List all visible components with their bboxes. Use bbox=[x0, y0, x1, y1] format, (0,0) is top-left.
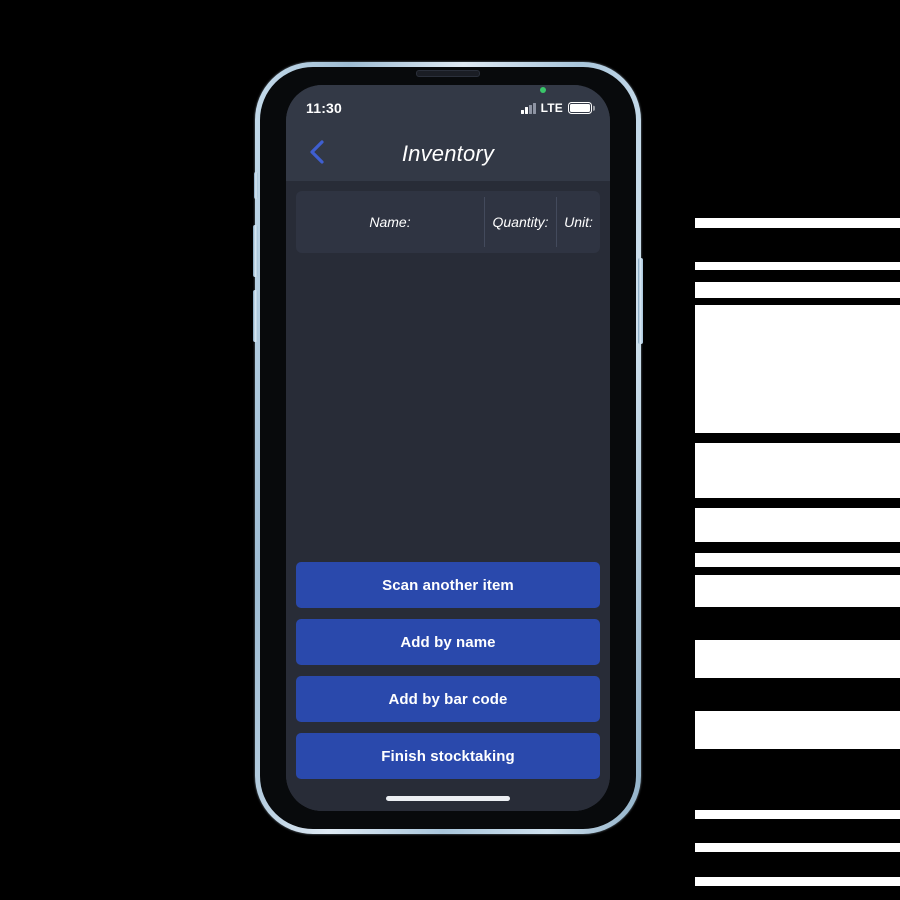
scan-another-item-button[interactable]: Scan another item bbox=[296, 562, 600, 608]
power-button[interactable] bbox=[638, 258, 643, 344]
inventory-table: Name: Quantity: Unit: bbox=[296, 191, 600, 253]
back-button[interactable] bbox=[296, 134, 336, 174]
add-by-bar-code-button[interactable]: Add by bar code bbox=[296, 676, 600, 722]
finish-stocktaking-button[interactable]: Finish stocktaking bbox=[296, 733, 600, 779]
earpiece-slot bbox=[416, 70, 480, 77]
network-type-label: LTE bbox=[540, 101, 563, 115]
status-bar-indicators: LTE bbox=[521, 87, 595, 115]
signal-bars-icon bbox=[521, 102, 536, 114]
status-bar: 11:30 LTE bbox=[286, 85, 610, 127]
battery-icon bbox=[568, 102, 595, 114]
content-bar bbox=[695, 282, 900, 298]
phone-screen: 11:30 LTE Inventory Name: Quantity: Unit… bbox=[286, 85, 610, 811]
recording-dot-icon bbox=[540, 87, 546, 93]
battery-level bbox=[570, 104, 590, 112]
content-bar bbox=[695, 262, 900, 270]
content-bar bbox=[695, 711, 900, 749]
volume-down-button[interactable] bbox=[253, 290, 258, 342]
nav-header: Inventory bbox=[286, 127, 610, 181]
content-bar bbox=[695, 508, 900, 542]
battery-cap bbox=[592, 105, 595, 111]
content-bar bbox=[695, 640, 900, 678]
table-column-header-name: Name: bbox=[369, 214, 411, 230]
content-bar bbox=[695, 553, 900, 567]
action-buttons-group: Scan another item Add by name Add by bar… bbox=[296, 562, 600, 785]
inventory-table-body bbox=[296, 253, 600, 562]
right-content-bars-panel bbox=[695, 0, 900, 900]
content-bar bbox=[695, 575, 900, 607]
add-by-name-button[interactable]: Add by name bbox=[296, 619, 600, 665]
table-column-header-unit: Unit: bbox=[556, 197, 600, 247]
silent-switch[interactable] bbox=[254, 172, 258, 199]
content-bar bbox=[695, 843, 900, 852]
content-bar bbox=[695, 218, 900, 228]
content-bar bbox=[695, 305, 900, 433]
chevron-left-icon bbox=[308, 139, 325, 170]
table-header-row: Name: Quantity: Unit: bbox=[296, 191, 600, 253]
table-column-header-quantity: Quantity: bbox=[484, 197, 556, 247]
screen-content: Name: Quantity: Unit: Scan another item … bbox=[286, 181, 610, 811]
volume-up-button[interactable] bbox=[253, 225, 258, 277]
content-bar bbox=[695, 877, 900, 886]
home-indicator[interactable] bbox=[386, 795, 510, 801]
content-bar bbox=[695, 810, 900, 819]
home-indicator-area bbox=[296, 785, 600, 811]
phone-mockup: 11:30 LTE Inventory Name: Quantity: Unit… bbox=[253, 62, 643, 834]
status-time: 11:30 bbox=[306, 100, 343, 116]
content-bar bbox=[695, 443, 900, 498]
